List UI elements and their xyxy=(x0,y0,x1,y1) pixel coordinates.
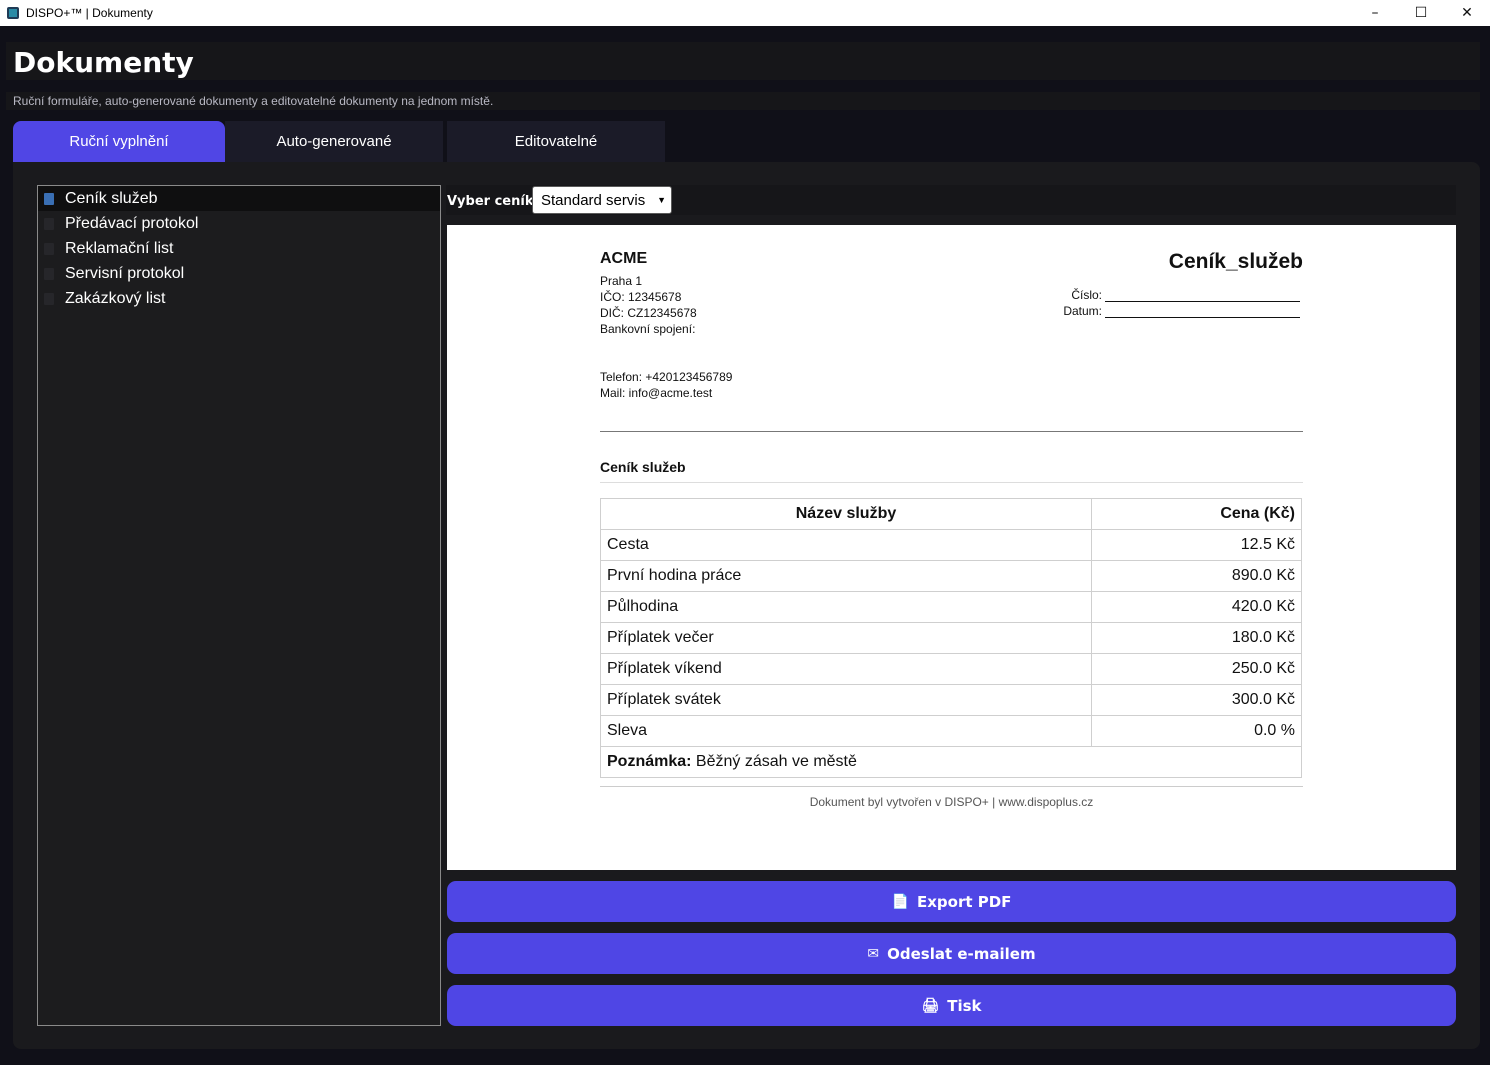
table-row: Sleva 0.0 % xyxy=(600,715,1302,747)
page-title: Dokumenty xyxy=(13,46,194,79)
list-item-label: Zakázkový list xyxy=(65,289,166,307)
price-table: Název služby Cena (Kč) Cesta 12.5 Kč Prv… xyxy=(600,498,1302,778)
footer-divider xyxy=(600,786,1303,787)
number-label: Číslo: xyxy=(1071,288,1102,302)
service-price: 12.5 Kč xyxy=(1091,529,1302,561)
table-row: Příplatek víkend 250.0 Kč xyxy=(600,653,1302,685)
company-mail: Mail: info@acme.test xyxy=(600,386,713,400)
date-label: Datum: xyxy=(1063,304,1102,318)
company-phone: Telefon: +420123456789 xyxy=(600,370,733,384)
list-item-order-sheet[interactable]: Zakázkový list xyxy=(38,286,440,311)
list-item-handover-protocol[interactable]: Předávací protokol xyxy=(38,211,440,236)
list-item-service-protocol[interactable]: Servisní protokol xyxy=(38,261,440,286)
service-name: Příplatek víkend xyxy=(600,653,1092,685)
service-name: Půlhodina xyxy=(600,591,1092,623)
envelope-icon: ✉ xyxy=(867,945,880,962)
note-label: Poznámka: xyxy=(607,753,692,770)
printer-icon: 🖨 xyxy=(921,997,940,1014)
number-blank xyxy=(1105,290,1300,302)
select-value: Standard servis xyxy=(541,191,646,209)
window-titlebar: DISPO+™ | Dokumenty – ☐ ✕ xyxy=(0,0,1490,26)
table-header-row: Název služby Cena (Kč) xyxy=(600,498,1302,530)
section-heading: Ceník služeb xyxy=(600,459,686,475)
pricelist-select[interactable]: Standard servis ▼ xyxy=(532,186,672,214)
maximize-button[interactable]: ☐ xyxy=(1398,0,1444,26)
service-price: 250.0 Kč xyxy=(1091,653,1302,685)
dropdown-arrow-icon: ▼ xyxy=(657,195,666,205)
list-item-label: Reklamační list xyxy=(65,239,174,257)
print-button[interactable]: 🖨 Tisk xyxy=(447,985,1456,1026)
service-name: Sleva xyxy=(600,715,1092,747)
table-row: Příplatek večer 180.0 Kč xyxy=(600,622,1302,654)
header-bar xyxy=(6,42,1480,80)
column-header-price: Cena (Kč) xyxy=(1091,498,1302,530)
table-row: Cesta 12.5 Kč xyxy=(600,529,1302,561)
close-button[interactable]: ✕ xyxy=(1444,0,1490,26)
page-subtitle: Ruční formuláře, auto-generované dokumen… xyxy=(13,94,494,108)
list-item-pricelist[interactable]: Ceník služeb xyxy=(38,186,440,211)
table-row: Půlhodina 420.0 Kč xyxy=(600,591,1302,623)
service-name: Cesta xyxy=(600,529,1092,561)
service-price: 180.0 Kč xyxy=(1091,622,1302,654)
service-price: 0.0 % xyxy=(1091,715,1302,747)
note-value: Běžný zásah ve městě xyxy=(691,753,857,770)
list-item-label: Ceník služeb xyxy=(65,189,158,207)
service-name: Příplatek svátek xyxy=(600,684,1092,716)
service-name: První hodina práce xyxy=(600,560,1092,592)
service-name: Příplatek večer xyxy=(600,622,1092,654)
window-title: DISPO+™ | Dokumenty xyxy=(26,6,153,20)
document-icon xyxy=(44,242,54,255)
note-row: Poznámka: Běžný zásah ve městě xyxy=(600,746,1302,778)
document-footer: Dokument byl vytvořen v DISPO+ | www.dis… xyxy=(809,795,1094,809)
document-preview: ACME Praha 1 IČO: 12345678 DIČ: CZ123456… xyxy=(447,225,1456,870)
table-row: První hodina práce 890.0 Kč xyxy=(600,560,1302,592)
window-controls: – ☐ ✕ xyxy=(1352,0,1490,26)
tab-bar: Ruční vyplnění Auto-generované Editovate… xyxy=(13,121,665,162)
send-email-button[interactable]: ✉ Odeslat e-mailem xyxy=(447,933,1456,974)
company-ico: IČO: 12345678 xyxy=(600,290,682,304)
company-address: Praha 1 xyxy=(600,274,643,288)
note-cell: Poznámka: Běžný zásah ve městě xyxy=(600,746,1302,778)
print-label: Tisk xyxy=(947,996,982,1015)
document-icon xyxy=(44,292,54,305)
company-bank: Bankovní spojení: xyxy=(600,322,696,336)
export-pdf-button[interactable]: 📄 Export PDF xyxy=(447,881,1456,922)
send-email-label: Odeslat e-mailem xyxy=(887,944,1036,963)
minimize-button[interactable]: – xyxy=(1352,0,1398,26)
app-logo-icon xyxy=(7,7,19,19)
document-icon xyxy=(44,192,54,205)
selector-label: Vyber ceník: xyxy=(447,194,539,209)
date-field: Datum: xyxy=(1022,304,1300,318)
section-divider xyxy=(600,482,1303,483)
number-field: Číslo: xyxy=(1022,288,1300,302)
service-price: 890.0 Kč xyxy=(1091,560,1302,592)
list-item-label: Servisní protokol xyxy=(65,264,185,282)
document-title: Ceník_služeb xyxy=(1168,250,1303,273)
date-blank xyxy=(1105,306,1300,318)
document-icon xyxy=(44,217,54,230)
list-item-complaint-sheet[interactable]: Reklamační list xyxy=(38,236,440,261)
company-name: ACME xyxy=(600,250,648,267)
document-list: Ceník služeb Předávací protokol Reklamač… xyxy=(37,185,441,1026)
tab-manual[interactable]: Ruční vyplnění xyxy=(13,121,225,162)
document-icon xyxy=(44,267,54,280)
header-divider xyxy=(600,431,1303,432)
tab-auto-generated[interactable]: Auto-generované xyxy=(225,121,443,162)
column-header-service: Název služby xyxy=(600,498,1092,530)
list-item-label: Předávací protokol xyxy=(65,214,199,232)
service-price: 420.0 Kč xyxy=(1091,591,1302,623)
company-dic: DIČ: CZ12345678 xyxy=(600,306,697,320)
export-pdf-label: Export PDF xyxy=(916,892,1012,911)
table-row: Příplatek svátek 300.0 Kč xyxy=(600,684,1302,716)
tab-editable[interactable]: Editovatelné xyxy=(447,121,665,162)
document-icon: 📄 xyxy=(891,893,909,910)
service-price: 300.0 Kč xyxy=(1091,684,1302,716)
